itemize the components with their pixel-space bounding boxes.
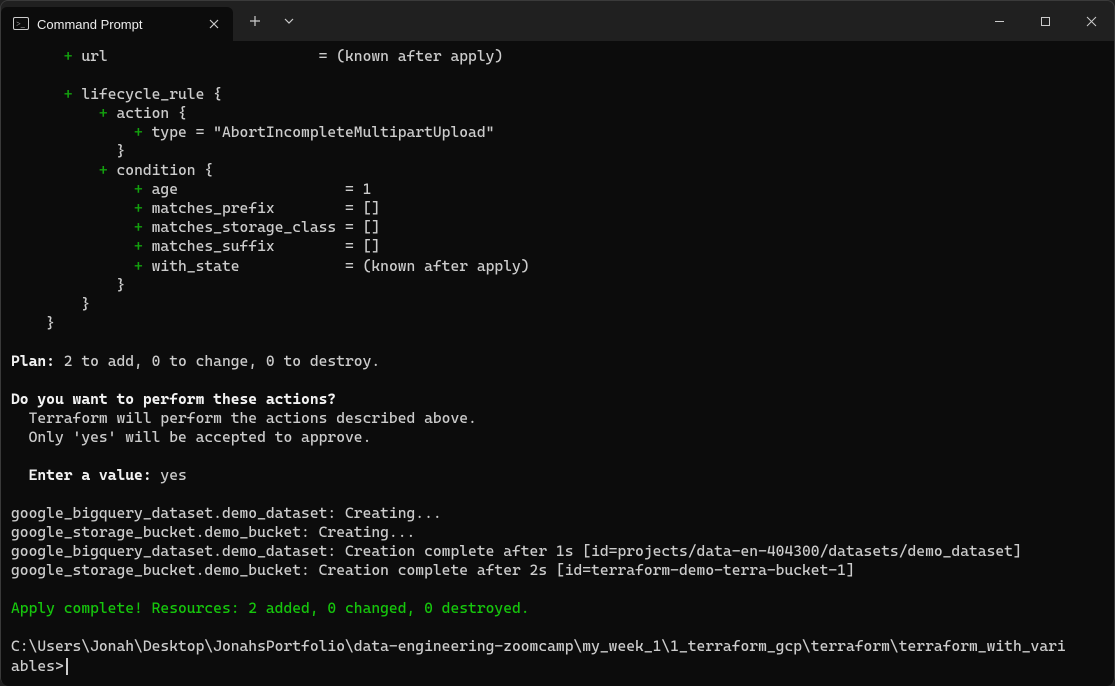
tab-title: Command Prompt (37, 17, 197, 32)
close-button[interactable] (1068, 1, 1114, 41)
tab-actions (233, 1, 305, 41)
minimize-button[interactable] (976, 1, 1022, 41)
cursor (66, 658, 68, 675)
tab-dropdown-button[interactable] (273, 5, 305, 37)
prompt-path: C:\Users\Jonah\Desktop\JonahsPortfolio\d… (11, 637, 1066, 655)
titlebar-drag-region[interactable] (305, 1, 976, 41)
titlebar: >_ Command Prompt (1, 1, 1114, 41)
tab-command-prompt[interactable]: >_ Command Prompt (1, 7, 233, 41)
terminal-output[interactable]: + url = (known after apply) + lifecycle_… (1, 41, 1114, 686)
enter-value-input: yes (160, 466, 186, 484)
plan-label: Plan: (11, 352, 55, 370)
window-controls (976, 1, 1114, 41)
enter-value-label: Enter a value: (29, 466, 152, 484)
maximize-button[interactable] (1022, 1, 1068, 41)
new-tab-button[interactable] (239, 5, 271, 37)
terminal-icon: >_ (13, 16, 29, 32)
confirm-question: Do you want to perform these actions? (11, 390, 336, 408)
apply-complete: Apply complete! Resources: 2 added, 0 ch… (11, 599, 530, 617)
tab-close-button[interactable] (205, 15, 223, 33)
svg-text:>_: >_ (16, 20, 26, 29)
